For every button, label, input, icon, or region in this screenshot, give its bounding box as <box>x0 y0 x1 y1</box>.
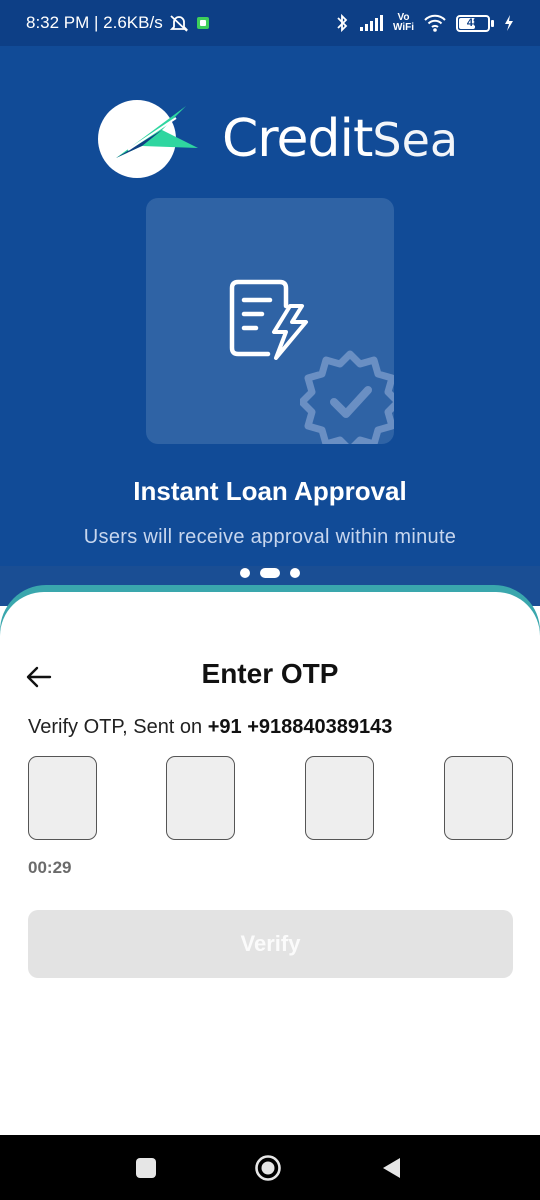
battery-icon: 48 <box>456 14 494 32</box>
otp-digit-1[interactable] <box>28 756 97 840</box>
page-title: Enter OTP <box>201 658 339 689</box>
carousel-dot-active[interactable] <box>260 568 280 578</box>
signal-icon <box>359 15 383 31</box>
battery-cap <box>491 19 494 27</box>
carousel-dot[interactable] <box>290 568 300 578</box>
hero-subtitle: Users will receive approval within minut… <box>83 526 457 548</box>
hero-banner: CreditSea Instant Loan Approval Users wi… <box>0 46 540 596</box>
status-right: Vo WiFi 48 <box>335 13 514 33</box>
brand-name-main: Credit <box>222 109 373 169</box>
brand: CreditSea <box>98 100 458 178</box>
recents-square-icon[interactable] <box>132 1154 160 1182</box>
creditsea-logo <box>98 100 198 178</box>
phone-number: +91 +918840389143 <box>207 716 393 738</box>
carousel-indicator <box>0 568 540 578</box>
system-nav-bar <box>0 1135 540 1200</box>
otp-digit-4[interactable] <box>444 756 513 840</box>
status-time-speed: 8:32 PM | 2.6KB/s <box>26 13 163 32</box>
bluetooth-icon <box>335 13 349 33</box>
brand-name-secondary: Sea <box>372 113 459 167</box>
carousel-dot[interactable] <box>240 568 250 578</box>
otp-digit-3[interactable] <box>305 756 374 840</box>
hero-title: Instant Loan Approval <box>133 476 407 506</box>
vowifi-indicator: Vo WiFi <box>393 13 414 33</box>
status-bar: 8:32 PM | 2.6KB/s Vo WiFi 48 <box>0 0 540 46</box>
feature-card <box>146 198 394 444</box>
brand-name: CreditSea <box>222 109 458 169</box>
charging-icon <box>504 15 514 31</box>
battery-level: 48 <box>466 17 480 29</box>
wifi-icon <box>424 14 446 32</box>
otp-sent-info: Verify OTP, Sent on +91 +918840389143 <box>28 716 392 739</box>
verified-badge-icon <box>298 350 394 444</box>
otp-sent-prefix: Verify OTP, Sent on <box>28 716 208 738</box>
home-circle-icon[interactable] <box>254 1154 282 1182</box>
vowifi-bottom: WiFi <box>392 22 414 33</box>
back-triangle-icon[interactable] <box>377 1154 405 1182</box>
battery-body: 48 <box>456 14 490 32</box>
app-notification-icon <box>195 15 211 31</box>
alarm-off-icon <box>169 13 189 33</box>
verify-button[interactable]: Verify <box>28 910 513 978</box>
status-left: 8:32 PM | 2.6KB/s <box>26 13 211 33</box>
otp-digit-2[interactable] <box>166 756 235 840</box>
resend-timer: 00:29 <box>28 858 72 877</box>
